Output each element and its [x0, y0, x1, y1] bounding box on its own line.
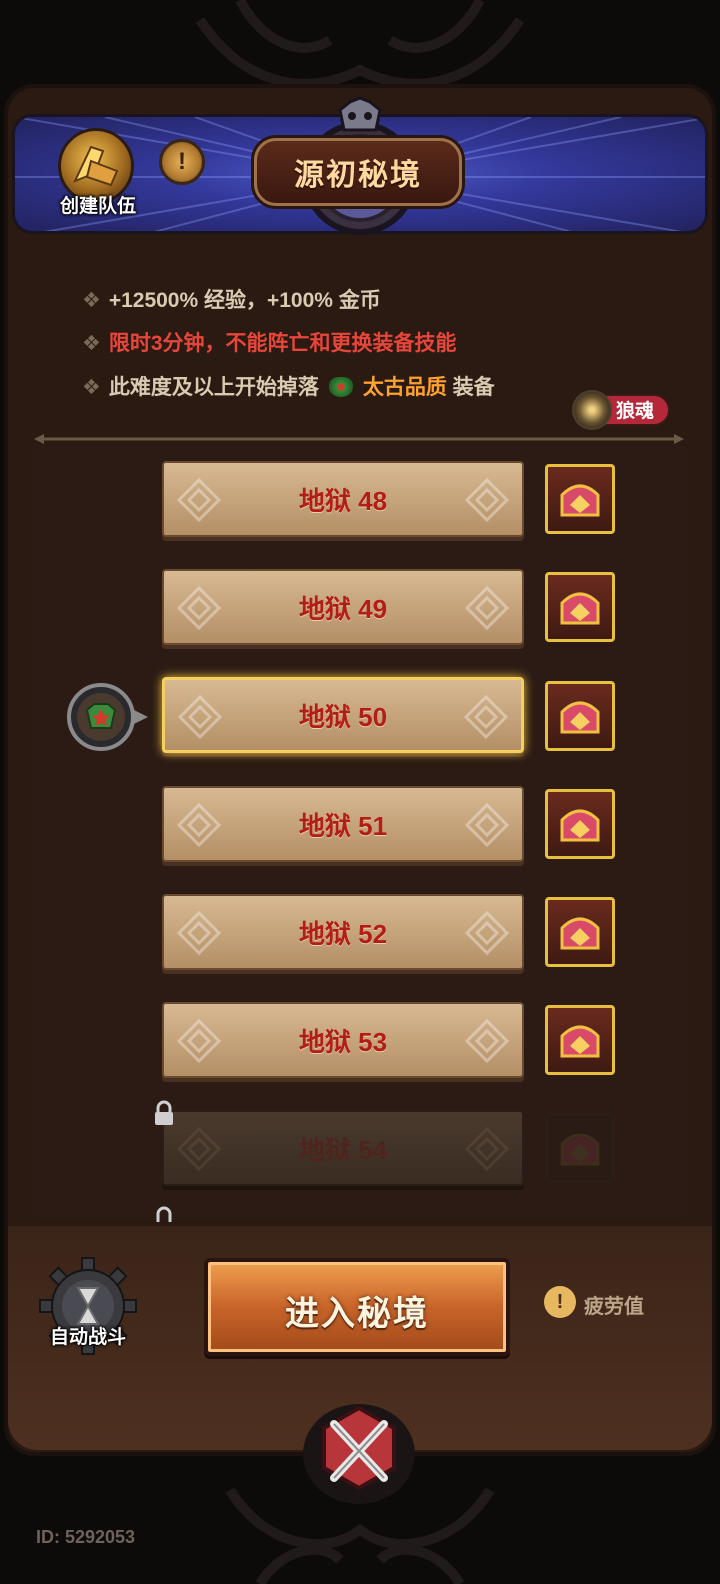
bullet-icon: ❖ — [82, 332, 101, 355]
bonus-text: +12500% 经验，+100% 金币 — [108, 289, 381, 312]
treasure-chest-icon — [560, 592, 600, 625]
treasure-chest-icon — [560, 484, 600, 517]
level-row-51[interactable]: 地狱 51 — [162, 786, 524, 864]
page-title: 源初秘境 — [294, 159, 422, 192]
drop-quality: 太古品质 — [362, 376, 447, 399]
info-button[interactable]: ! — [159, 139, 205, 185]
level-label: 地狱 50 — [298, 702, 388, 732]
level-row-52[interactable]: 地狱 52 — [162, 894, 524, 972]
reward-chest-button[interactable] — [545, 681, 615, 751]
reward-chest-button[interactable] — [545, 789, 615, 859]
bonus-line: ❖ +12500% 经验，+100% 金币 — [82, 284, 381, 314]
reward-chest-button[interactable] — [545, 572, 615, 642]
armor-gem-icon — [328, 377, 353, 397]
level-row-53[interactable]: 地狱 53 — [162, 1002, 524, 1080]
reward-chest-button[interactable] — [545, 1005, 615, 1075]
reward-chest-button-locked[interactable] — [545, 1113, 615, 1183]
lock-icon — [156, 1206, 172, 1222]
treasure-chest-icon — [560, 701, 600, 734]
level-label: 地狱 49 — [298, 594, 388, 624]
level-label: 地狱 54 — [298, 1135, 388, 1165]
rule-text: 限时3分钟，不能阵亡和更换装备技能 — [108, 332, 457, 355]
level-label: 地狱 51 — [298, 811, 388, 841]
treasure-chest-icon — [560, 1133, 600, 1166]
fatigue-label[interactable]: 疲劳值 — [584, 1290, 644, 1319]
drop-prefix: 此难度及以上开始掉落 — [108, 376, 319, 399]
level-row-50[interactable]: 地狱 50 — [162, 677, 524, 755]
level-row-48[interactable]: 地狱 48 — [162, 461, 524, 539]
wolf-icon — [572, 390, 612, 430]
armor-pointer-icon — [67, 683, 148, 751]
player-id: ID: 5292053 — [36, 1527, 136, 1547]
treasure-chest-icon — [560, 917, 600, 950]
reward-chest-button[interactable] — [545, 897, 615, 967]
level-label: 地狱 52 — [298, 919, 388, 949]
level-label: 地狱 53 — [298, 1027, 388, 1057]
wolf-soul-label: 狼魂 — [616, 401, 655, 422]
bullet-icon: ❖ — [82, 289, 101, 312]
drop-suffix: 装备 — [452, 376, 495, 399]
auto-battle-label[interactable]: 自动战斗 — [34, 1322, 142, 1349]
level-label: 地狱 48 — [298, 486, 388, 516]
fatigue-info-icon[interactable]: ! — [544, 1286, 576, 1318]
bullet-icon: ❖ — [82, 376, 101, 399]
create-team-label[interactable]: 创建队伍 — [40, 191, 156, 218]
reward-chest-button[interactable] — [545, 464, 615, 534]
treasure-chest-icon — [560, 809, 600, 842]
level-row-54[interactable]: 地狱 54 — [162, 1110, 524, 1188]
rule-line: ❖ 限时3分钟，不能阵亡和更换装备技能 — [82, 327, 457, 357]
level-row-49[interactable]: 地狱 49 — [162, 569, 524, 647]
lock-icon — [155, 1100, 173, 1125]
enter-dungeon-label[interactable]: 进入秘境 — [204, 1286, 510, 1335]
drop-line: ❖ 此难度及以上开始掉落 太古品质 装备 — [82, 371, 495, 401]
crossed-swords-icon[interactable] — [300, 1394, 418, 1504]
treasure-chest-icon — [560, 1025, 600, 1058]
